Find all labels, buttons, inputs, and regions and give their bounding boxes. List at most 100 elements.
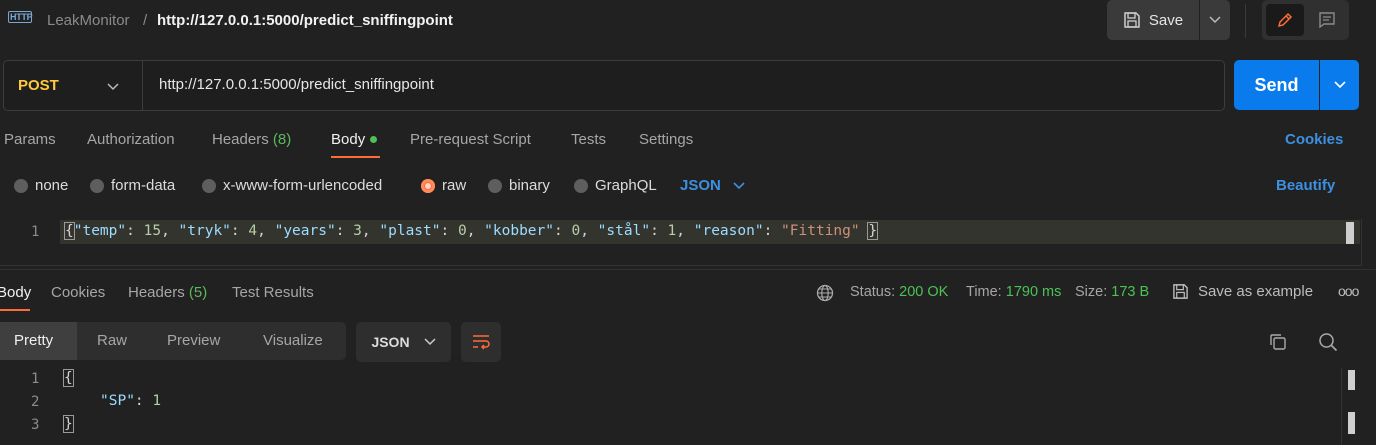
radio-label: binary <box>509 177 550 194</box>
body-indicator-dot <box>370 135 378 143</box>
response-tab-headers[interactable]: Headers (5) <box>128 284 207 301</box>
tab-authorization[interactable]: Authorization <box>87 131 175 148</box>
status-label: Status: <box>850 284 896 300</box>
response-format-select[interactable]: JSON <box>356 322 451 362</box>
response-tab-body[interactable]: Body <box>0 284 31 301</box>
json-brace: } <box>867 222 879 240</box>
radio-label: form-data <box>111 177 176 194</box>
view-visualize[interactable]: Visualize <box>263 332 323 349</box>
send-dropdown-button[interactable] <box>1320 60 1359 110</box>
method-select[interactable]: POST <box>18 77 59 94</box>
response-scrollbar[interactable] <box>1348 370 1355 390</box>
copy-icon[interactable] <box>1268 332 1288 355</box>
radio-label: x-www-form-urlencoded <box>223 177 383 194</box>
tab-tests[interactable]: Tests <box>571 131 606 148</box>
wrap-lines-button[interactable] <box>461 322 501 362</box>
globe-icon[interactable] <box>816 284 834 305</box>
radio-label: GraphQL <box>595 177 657 194</box>
url-divider <box>142 61 143 110</box>
tab-settings[interactable]: Settings <box>639 131 693 148</box>
radio-raw[interactable]: raw <box>421 177 466 194</box>
time-value: 1790 ms <box>1005 284 1062 300</box>
edit-mode-button[interactable] <box>1266 4 1304 36</box>
size-label: Size: <box>1075 284 1108 300</box>
response-scroll-track <box>1341 368 1342 445</box>
tab-body[interactable]: Body <box>331 131 378 148</box>
radio-circle <box>90 178 104 193</box>
response-format-label: JSON <box>371 334 410 350</box>
json-key: "temp" <box>73 223 127 239</box>
json-key: "kobber" <box>484 223 554 239</box>
pencil-icon <box>1277 12 1293 28</box>
json-key: "stål" <box>597 223 651 239</box>
response-tab-headers-label: Headers <box>128 284 185 301</box>
save-icon <box>1124 12 1140 28</box>
response-status[interactable]: Status: 200 OK <box>850 284 948 300</box>
json-value: 0 <box>457 223 467 239</box>
save-as-example-label: Save as example <box>1198 283 1314 300</box>
request-body-code[interactable]: {"temp": 15, "tryk": 4, "years": 3, "pla… <box>64 222 879 240</box>
chevron-down-icon <box>1209 16 1221 24</box>
view-pretty[interactable]: Pretty <box>14 332 53 349</box>
json-value: 15 <box>143 223 162 239</box>
save-dropdown-button[interactable] <box>1200 0 1230 40</box>
line-number: 1 <box>31 371 40 387</box>
body-language-select[interactable]: JSON <box>680 177 745 194</box>
response-time[interactable]: Time: 1790 ms <box>966 284 1061 300</box>
response-size[interactable]: Size: 173 B <box>1075 284 1149 300</box>
wrap-lines-icon <box>473 335 490 350</box>
body-language-label: JSON <box>680 177 721 194</box>
json-key: "years" <box>274 223 336 239</box>
view-raw[interactable]: Raw <box>97 332 127 349</box>
json-value: 4 <box>248 223 258 239</box>
response-tab-headers-count: (5) <box>188 284 208 301</box>
chevron-down-icon <box>424 338 436 346</box>
radio-binary[interactable]: binary <box>488 177 550 194</box>
tab-body-label: Body <box>331 131 366 148</box>
response-tab-underline <box>0 309 30 311</box>
status-value: 200 OK <box>899 284 949 300</box>
json-key: "plast" <box>379 223 441 239</box>
tab-headers[interactable]: Headers (8) <box>212 131 291 148</box>
tab-headers-label: Headers <box>212 131 269 148</box>
response-scrollbar[interactable] <box>1348 412 1355 434</box>
save-label: Save <box>1148 11 1184 29</box>
view-preview[interactable]: Preview <box>167 332 220 349</box>
chevron-down-icon <box>1333 81 1346 89</box>
url-input[interactable]: http://127.0.0.1:5000/predict_sniffingpo… <box>159 76 434 93</box>
tab-headers-count: (8) <box>272 131 292 148</box>
radio-none[interactable]: none <box>14 177 68 194</box>
response-brace-close: } <box>63 415 74 433</box>
tab-pre-request-script[interactable]: Pre-request Script <box>410 131 531 148</box>
json-value: 1 <box>152 393 162 409</box>
size-value: 173 B <box>1111 284 1150 300</box>
header-divider <box>1245 4 1246 38</box>
pane-divider[interactable] <box>0 269 1376 270</box>
request-title[interactable]: http://127.0.0.1:5000/predict_sniffingpo… <box>157 12 453 29</box>
line-number: 3 <box>31 417 40 433</box>
http-icon-text: HTTP <box>8 11 33 23</box>
json-brace: { <box>63 369 74 387</box>
breadcrumb-collection[interactable]: LeakMonitor <box>47 12 130 29</box>
radio-form-data[interactable]: form-data <box>90 177 175 194</box>
save-button[interactable]: Save <box>1107 0 1199 40</box>
json-key: "tryk" <box>178 223 231 239</box>
request-body-fields: "temp": 15, "tryk": 4, "years": 3, "plas… <box>73 223 860 239</box>
tab-params[interactable]: Params <box>4 131 56 148</box>
cookies-link[interactable]: Cookies <box>1285 131 1343 148</box>
save-as-example-button[interactable]: Save as example <box>1172 283 1313 300</box>
editor-scrollbar[interactable] <box>1346 222 1354 244</box>
method-dropdown-chevron[interactable] <box>107 78 119 94</box>
radio-graphql[interactable]: GraphQL <box>574 177 657 194</box>
radio-urlencoded[interactable]: x-www-form-urlencoded <box>202 177 382 194</box>
more-options-icon[interactable]: ooo <box>1338 283 1359 299</box>
json-key: "SP" <box>100 393 135 409</box>
response-field: "SP": 1 <box>100 393 162 409</box>
comments-button[interactable] <box>1308 4 1346 36</box>
beautify-link[interactable]: Beautify <box>1276 177 1335 194</box>
response-tab-test-results[interactable]: Test Results <box>232 284 314 301</box>
search-icon[interactable] <box>1318 332 1338 355</box>
response-tab-cookies[interactable]: Cookies <box>51 284 105 301</box>
send-button[interactable]: Send <box>1234 60 1319 110</box>
chevron-down-icon <box>107 83 119 91</box>
